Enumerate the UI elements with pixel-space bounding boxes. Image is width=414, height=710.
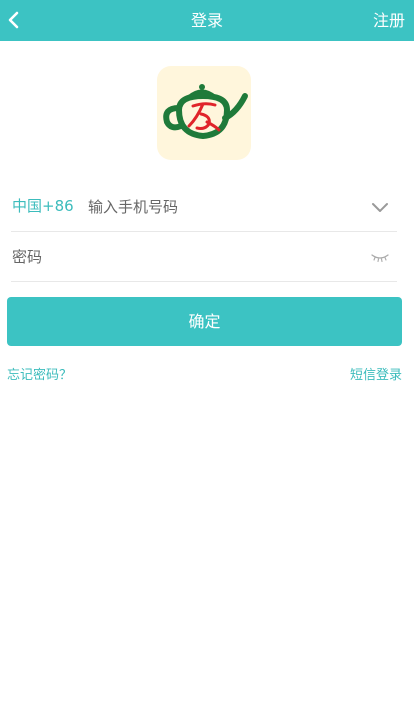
top-bar: 登录 注册	[0, 0, 414, 41]
eye-closed-icon[interactable]	[371, 250, 389, 264]
phone-input[interactable]	[88, 194, 348, 220]
chevron-down-icon[interactable]	[371, 198, 389, 216]
phone-row: 中国+86	[11, 182, 397, 232]
back-button[interactable]	[0, 0, 36, 41]
app-logo	[157, 66, 251, 160]
password-input[interactable]	[12, 244, 342, 270]
password-row	[11, 232, 397, 282]
teapot-logo-icon	[163, 84, 248, 140]
forgot-password-link[interactable]: 忘记密码？	[7, 364, 72, 383]
sms-login-link[interactable]: 短信登录	[350, 364, 402, 383]
country-code-selector[interactable]: 中国+86	[12, 182, 74, 231]
page-title: 登录	[190, 11, 223, 30]
confirm-button[interactable]: 确定	[7, 297, 402, 346]
chevron-left-icon	[8, 11, 19, 29]
register-button[interactable]: 注册	[373, 0, 405, 41]
